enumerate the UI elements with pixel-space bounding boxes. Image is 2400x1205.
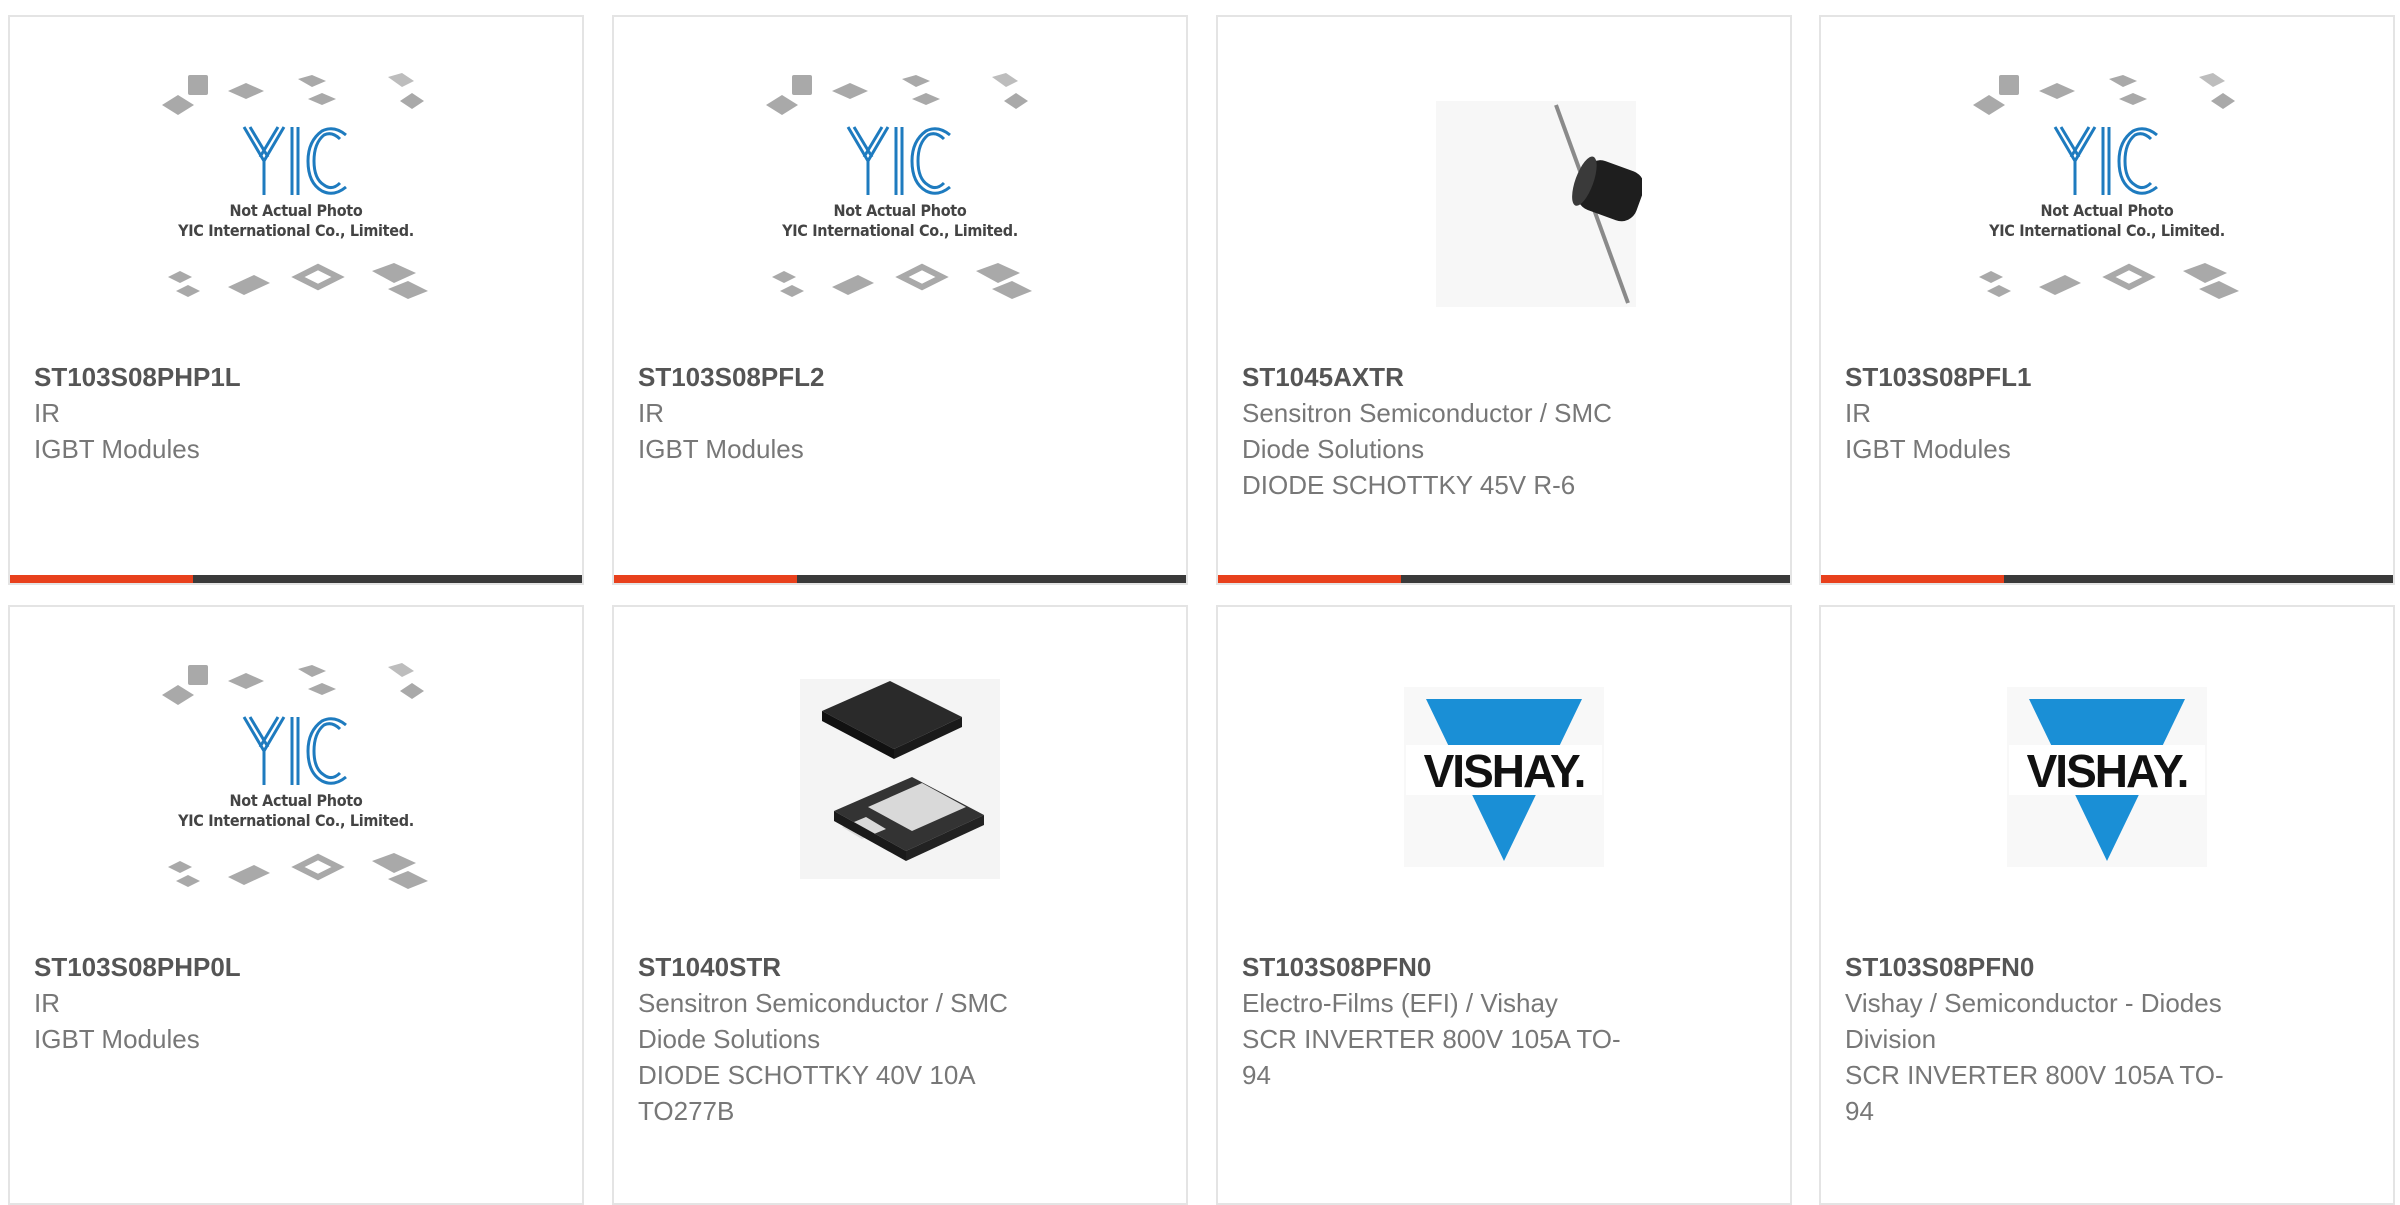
yic-logo-icon [242,716,347,785]
card-accent-bar [1821,575,2004,583]
yic-logo-icon [242,126,347,195]
product-image-link[interactable]: VISHAY. [1218,661,1790,951]
yic-logo-icon [2053,126,2158,195]
product-card[interactable]: VISHAY. ST103S08PFN0 Electro-Films (EFI)… [1216,605,1792,1205]
placeholder-caption: Not Actual Photo [229,201,363,220]
card-footer-bar [1218,575,1790,583]
vishay-logo-image: VISHAY. [2007,687,2207,867]
part-number-link[interactable]: ST103S08PHP1L [34,359,504,395]
description-continued: 94 [1242,1060,1271,1090]
manufacturer: IR [34,398,60,428]
vishay-logo-text: VISHAY. [2027,745,2188,797]
product-info: ST103S08PFN0 Electro-Films (EFI) / Visha… [1242,949,1712,1093]
axial-diode-image [1436,101,1642,307]
product-card[interactable]: Not Actual Photo YIC International Co., … [8,605,584,1205]
product-info: ST103S08PHP1L IR IGBT Modules [34,359,504,467]
chip-shapes-icon [168,263,428,299]
product-info: ST103S08PFN0 Vishay / Semiconductor - Di… [1845,949,2315,1129]
part-number-link[interactable]: ST103S08PFN0 [1242,949,1712,985]
product-image-link[interactable]: VISHAY. [1821,661,2393,951]
product-card[interactable]: Not Actual Photo YIC International Co., … [8,15,584,585]
description-continued: 94 [1845,1096,1874,1126]
product-image-link[interactable] [1218,71,1790,361]
placeholder-company: YIC International Co., Limited. [178,221,414,240]
part-number-link[interactable]: ST103S08PFN0 [1845,949,2315,985]
placeholder-caption: Not Actual Photo [229,791,363,810]
placeholder-company: YIC International Co., Limited. [782,221,1018,240]
product-card[interactable]: ST1040STR Sensitron Semiconductor / SMC … [612,605,1188,1205]
manufacturer: IR [34,988,60,1018]
card-footer-bar [10,575,582,583]
description: SCR INVERTER 800V 105A TO- [1242,1024,1621,1054]
description: DIODE SCHOTTKY 45V R-6 [1242,470,1576,500]
chip-shapes-icon [168,853,428,889]
yic-placeholder-image: Not Actual Photo YIC International Co., … [762,71,1038,307]
card-accent-bar [10,575,193,583]
placeholder-company: YIC International Co., Limited. [178,811,414,830]
placeholder-company: YIC International Co., Limited. [1989,221,2225,240]
chip-shapes-icon [766,73,1028,115]
manufacturer: Vishay / Semiconductor - Diodes [1845,988,2222,1018]
product-info: ST1045AXTR Sensitron Semiconductor / SMC… [1242,359,1712,503]
description: SCR INVERTER 800V 105A TO- [1845,1060,2224,1090]
card-accent-bar [1218,575,1401,583]
card-footer-bar [1821,575,2393,583]
description-continued: TO277B [638,1096,735,1126]
chip-shapes-icon [1973,73,2235,115]
yic-placeholder-image: Not Actual Photo YIC International Co., … [158,71,434,307]
product-info: ST103S08PHP0L IR IGBT Modules [34,949,504,1057]
manufacturer: IR [1845,398,1871,428]
product-grid: Not Actual Photo YIC International Co., … [0,0,2400,1205]
yic-placeholder-image: Not Actual Photo YIC International Co., … [158,661,434,897]
part-number-link[interactable]: ST103S08PFL1 [1845,359,2315,395]
part-number-link[interactable]: ST103S08PHP0L [34,949,504,985]
placeholder-caption: Not Actual Photo [833,201,967,220]
product-image-link[interactable] [614,661,1186,951]
manufacturer-continued: Division [1845,1024,1937,1054]
category: IGBT Modules [34,1024,200,1054]
product-image-link[interactable]: Not Actual Photo YIC International Co., … [10,71,582,361]
product-card[interactable]: Not Actual Photo YIC International Co., … [612,15,1188,585]
manufacturer: Sensitron Semiconductor / SMC [638,988,1008,1018]
chip-shapes-icon [162,663,424,705]
part-number-link[interactable]: ST1040STR [638,949,1108,985]
category: IGBT Modules [1845,434,2011,464]
product-card[interactable]: VISHAY. ST103S08PFN0 Vishay / Semiconduc… [1819,605,2395,1205]
product-image-link[interactable]: Not Actual Photo YIC International Co., … [614,71,1186,361]
product-image-link[interactable]: Not Actual Photo YIC International Co., … [1821,71,2393,361]
manufacturer: Sensitron Semiconductor / SMC [1242,398,1612,428]
description: DIODE SCHOTTKY 40V 10A [638,1060,976,1090]
chip-shapes-icon [1979,263,2239,299]
placeholder-caption: Not Actual Photo [2040,201,2174,220]
smd-diode-image [800,679,1000,879]
product-image-link[interactable]: Not Actual Photo YIC International Co., … [10,661,582,951]
product-card[interactable]: ST1045AXTR Sensitron Semiconductor / SMC… [1216,15,1792,585]
category: IGBT Modules [34,434,200,464]
manufacturer: IR [638,398,664,428]
product-info: ST103S08PFL2 IR IGBT Modules [638,359,1108,467]
card-accent-bar [614,575,797,583]
manufacturer-continued: Diode Solutions [638,1024,821,1054]
vishay-logo-image: VISHAY. [1404,687,1604,867]
vishay-logo-text: VISHAY. [1424,745,1585,797]
part-number-link[interactable]: ST103S08PFL2 [638,359,1108,395]
manufacturer: Electro-Films (EFI) / Vishay [1242,988,1558,1018]
chip-shapes-icon [772,263,1032,299]
product-info: ST103S08PFL1 IR IGBT Modules [1845,359,2315,467]
product-info: ST1040STR Sensitron Semiconductor / SMC … [638,949,1108,1129]
chip-shapes-icon [162,73,424,115]
product-card[interactable]: Not Actual Photo YIC International Co., … [1819,15,2395,585]
category: IGBT Modules [638,434,804,464]
manufacturer-continued: Diode Solutions [1242,434,1425,464]
card-footer-bar [614,575,1186,583]
part-number-link[interactable]: ST1045AXTR [1242,359,1712,395]
yic-placeholder-image: Not Actual Photo YIC International Co., … [1969,71,2245,307]
yic-logo-icon [846,126,951,195]
